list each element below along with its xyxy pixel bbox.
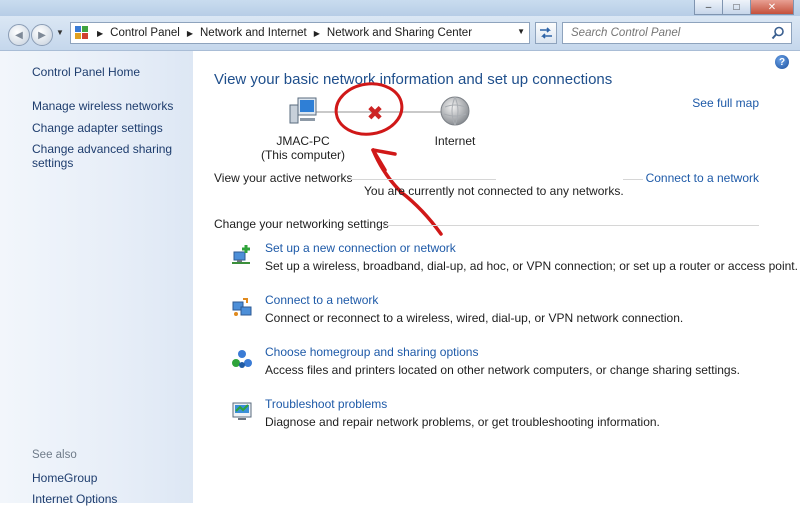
task-title-connect-network[interactable]: Connect to a network — [265, 293, 378, 307]
new-connection-icon — [232, 245, 250, 264]
connect-to-network-link[interactable]: Connect to a network — [646, 171, 759, 185]
breadcrumb-network-and-internet[interactable]: Network and Internet — [200, 27, 307, 39]
see-full-map-link[interactable]: See full map — [692, 96, 759, 110]
active-networks-label: View your active networks — [214, 171, 353, 185]
section-divider — [348, 179, 496, 180]
forward-arrow-icon: ▶ — [38, 29, 46, 41]
globe-icon — [440, 96, 470, 126]
back-arrow-icon: ◀ — [15, 29, 23, 41]
control-panel-icon — [75, 26, 89, 40]
address-dropdown-icon[interactable]: ▼ — [517, 27, 525, 36]
breadcrumb-network-and-sharing-center[interactable]: Network and Sharing Center — [327, 27, 472, 39]
task-title-homegroup[interactable]: Choose homegroup and sharing options — [265, 345, 478, 359]
title-bar: – □ ✕ — [0, 0, 800, 16]
main-panel: ? View your basic network information an… — [193, 51, 800, 503]
sidebar-item-internet-options[interactable]: Internet Options — [32, 492, 182, 506]
section-divider — [383, 225, 759, 226]
homegroup-icon — [232, 350, 252, 368]
close-button[interactable]: ✕ — [750, 0, 794, 15]
breadcrumb-control-panel[interactable]: Control Panel — [110, 27, 180, 39]
search-input[interactable] — [569, 26, 763, 40]
forward-button[interactable]: ▶ — [31, 24, 53, 46]
help-icon[interactable]: ? — [775, 55, 789, 69]
control-panel-home-link[interactable]: Control Panel Home — [32, 65, 140, 79]
back-button[interactable]: ◀ — [8, 24, 30, 46]
troubleshoot-icon — [232, 402, 252, 420]
breadcrumb-separator-icon[interactable]: ▶ — [97, 29, 103, 38]
refresh-icon — [540, 27, 552, 39]
computer-icon — [289, 97, 317, 124]
task-title-troubleshoot[interactable]: Troubleshoot problems — [265, 397, 387, 411]
sidebar: Control Panel Home Manage wireless netwo… — [0, 51, 193, 506]
navigation-bar: ◀ ▶ ▼ ▶ Control Panel ▶ Network and Inte… — [0, 16, 800, 51]
recent-pages-dropdown-icon[interactable]: ▼ — [56, 28, 64, 37]
task-desc-connect-network: Connect or reconnect to a wireless, wire… — [265, 311, 684, 325]
search-icon[interactable] — [771, 26, 785, 40]
window-controls: – □ ✕ — [694, 0, 794, 15]
sidebar-item-manage-wireless[interactable]: Manage wireless networks — [32, 99, 182, 113]
sidebar-item-homegroup[interactable]: HomeGroup — [32, 471, 182, 485]
refresh-button[interactable] — [535, 22, 557, 44]
breadcrumb: ▶ Control Panel ▶ Network and Internet ▶… — [95, 27, 472, 39]
annotation-circle-arrow — [334, 82, 443, 236]
search-box[interactable] — [562, 22, 792, 44]
change-settings-label: Change your networking settings — [214, 217, 389, 231]
task-desc-troubleshoot: Diagnose and repair network problems, or… — [265, 415, 660, 429]
sidebar-item-change-adapter[interactable]: Change adapter settings — [32, 121, 182, 135]
internet-node[interactable]: Internet — [425, 95, 485, 148]
sidebar-item-advanced-sharing[interactable]: Change advanced sharing settings — [32, 142, 182, 170]
address-bar[interactable]: ▶ Control Panel ▶ Network and Internet ▶… — [70, 22, 530, 44]
task-desc-homegroup: Access files and printers located on oth… — [265, 363, 740, 377]
task-desc-new-connection: Set up a wireless, broadband, dial-up, a… — [265, 259, 798, 273]
see-also-heading: See also — [32, 449, 77, 461]
task-title-new-connection[interactable]: Set up a new connection or network — [265, 241, 456, 255]
breadcrumb-separator-icon[interactable]: ▶ — [314, 29, 320, 38]
breadcrumb-separator-icon[interactable]: ▶ — [187, 29, 193, 38]
connect-network-icon — [232, 298, 252, 316]
section-divider — [623, 179, 643, 180]
minimize-button[interactable]: – — [694, 0, 723, 15]
not-connected-status: You are currently not connected to any n… — [364, 184, 624, 198]
maximize-button[interactable]: □ — [722, 0, 751, 15]
internet-label: Internet — [434, 134, 476, 148]
